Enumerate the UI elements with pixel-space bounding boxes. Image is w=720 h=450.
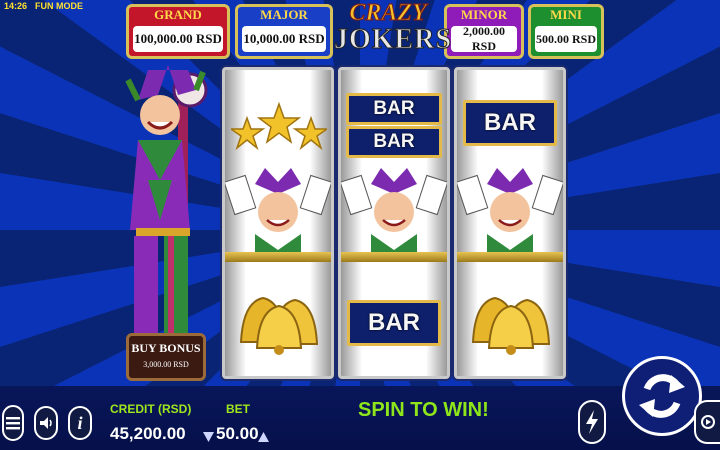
- reel-3: BAR: [454, 67, 566, 379]
- bet-increase-icon: [258, 432, 269, 442]
- info-icon: i: [77, 412, 83, 433]
- game-logo: CRAZY JOKERS: [334, 0, 453, 66]
- autoplay-button[interactable]: [694, 400, 720, 444]
- joker-symbol: [223, 164, 333, 262]
- jackpot-mini-value: 500.00 RSD: [535, 26, 597, 52]
- joker-symbol: [455, 164, 565, 262]
- buy-bonus-button[interactable]: BUY BONUS 3,000.00 RSD: [126, 333, 206, 381]
- jackpot-major-value: 10,000.00 RSD: [242, 26, 326, 52]
- stars-symbol: [231, 101, 327, 151]
- spin-button[interactable]: [622, 356, 702, 436]
- jackpot-minor-label: MINOR: [460, 7, 508, 22]
- jackpot-grand: GRAND 100,000.00 RSD: [126, 4, 230, 59]
- bet-increase-button[interactable]: [258, 429, 269, 447]
- joker-symbol: [339, 164, 449, 262]
- jackpot-grand-label: GRAND: [154, 7, 202, 22]
- reel-2: BAR BAR BAR: [338, 67, 450, 379]
- menu-icon: [6, 417, 20, 430]
- sound-button[interactable]: [34, 406, 58, 440]
- autoplay-icon: [701, 415, 715, 429]
- buy-bonus-title: BUY BONUS: [131, 341, 201, 355]
- jackpot-major-label: MAJOR: [260, 7, 308, 22]
- bar-symbol: BAR: [463, 100, 557, 146]
- jackpot-minor-value: 2,000.00 RSD: [451, 24, 517, 53]
- clock: 14:26: [4, 1, 28, 11]
- jackpot-minor: MINOR 2,000.00 RSD: [444, 4, 524, 59]
- sound-icon: [40, 417, 52, 429]
- status-bar: 14:26 FUN MODE: [4, 1, 83, 11]
- jackpot-major: MAJOR 10,000.00 RSD: [235, 4, 333, 59]
- buy-bonus-price: 3,000.00 RSD: [143, 360, 189, 369]
- logo-line2: JOKERS: [334, 24, 453, 55]
- bet-label: BET: [226, 402, 250, 416]
- mode-label: FUN MODE: [35, 1, 84, 11]
- bells-symbol: [471, 296, 551, 355]
- bet-value: 50.00: [216, 424, 259, 443]
- reel-1: [222, 67, 334, 379]
- turbo-icon: [586, 410, 598, 434]
- jackpot-mini: MINI 500.00 RSD: [528, 4, 604, 59]
- bar-symbol: BAR: [346, 126, 442, 158]
- jester-character: [125, 65, 208, 336]
- info-button[interactable]: i: [68, 406, 92, 440]
- logo-line1: CRAZY: [349, 0, 427, 27]
- credit-label: CREDIT (RSD): [110, 402, 192, 416]
- bar-symbol: BAR: [347, 300, 441, 346]
- spin-message: SPIN TO WIN!: [358, 399, 489, 421]
- bet-decrease-icon: [203, 432, 214, 442]
- spin-icon: [639, 374, 685, 418]
- bar-symbol: BAR: [346, 93, 442, 125]
- jackpot-mini-label: MINI: [550, 7, 582, 22]
- bet-decrease-button[interactable]: [203, 429, 214, 447]
- turbo-button[interactable]: [578, 400, 606, 444]
- credit-value: 45,200.00: [110, 424, 186, 443]
- jackpot-grand-value: 100,000.00 RSD: [133, 26, 223, 52]
- menu-button[interactable]: [2, 405, 24, 441]
- bells-symbol: [239, 296, 319, 355]
